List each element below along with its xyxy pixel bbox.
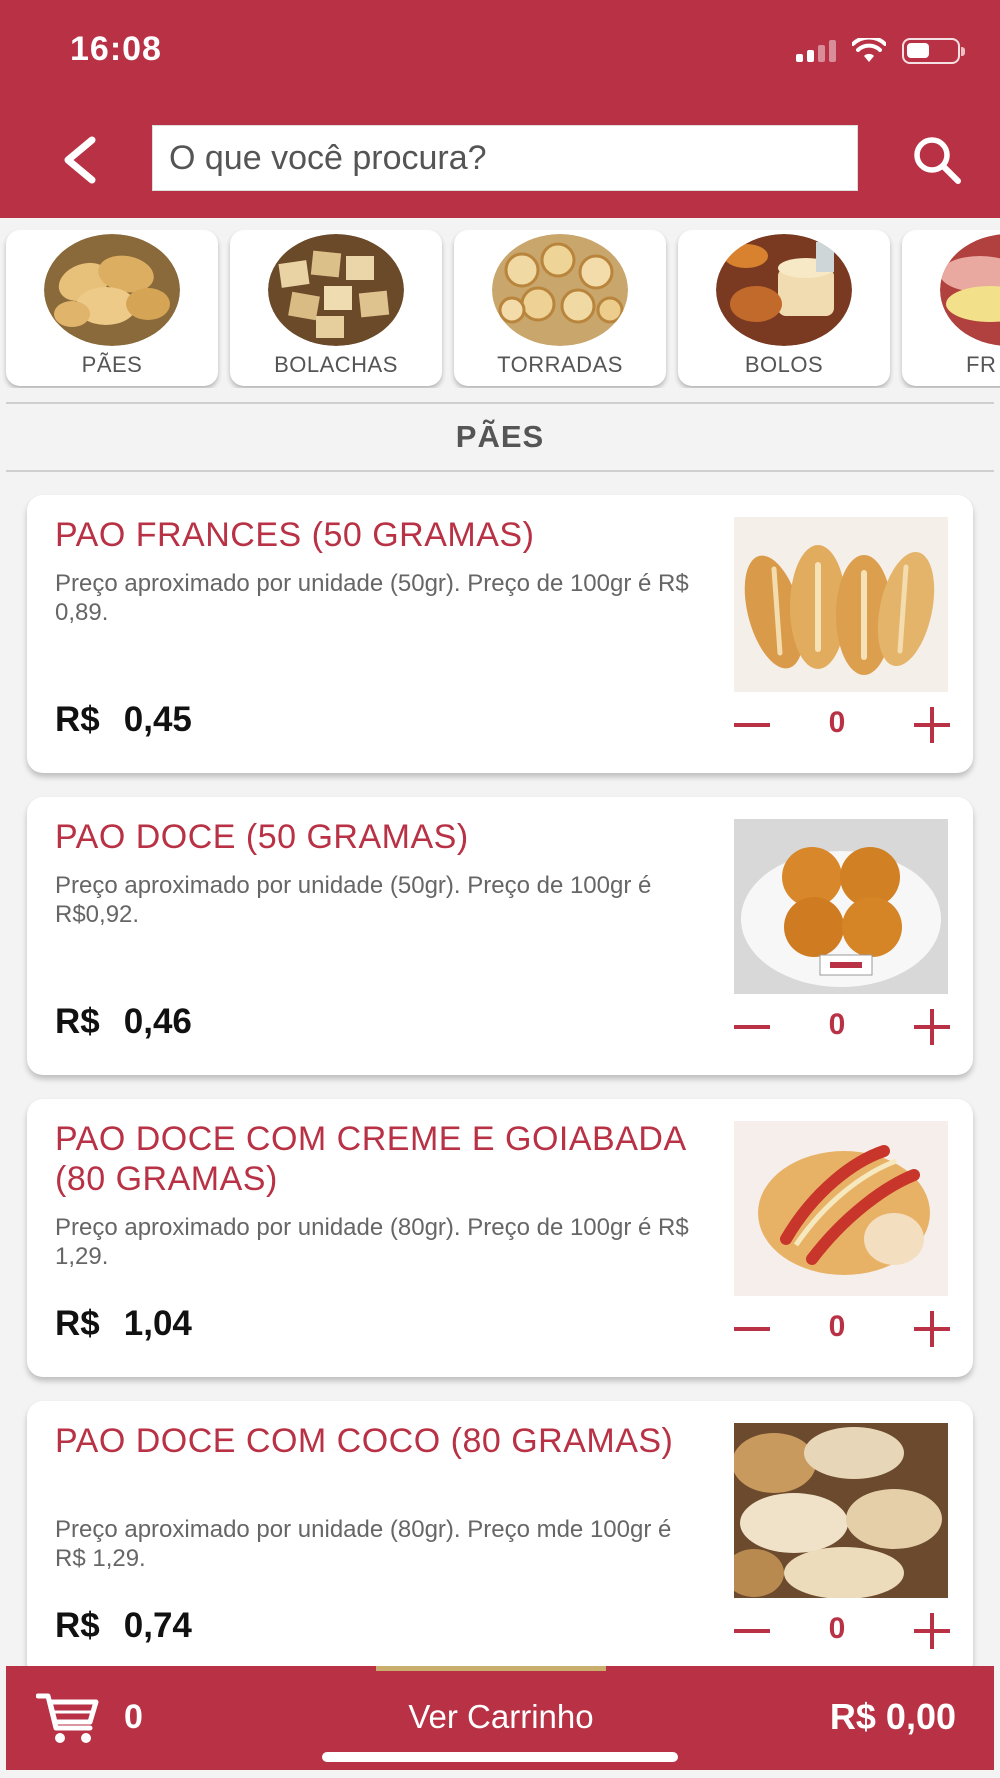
product-price: R$ 0,74 xyxy=(55,1606,192,1646)
minus-icon xyxy=(734,1327,770,1331)
home-indicator[interactable] xyxy=(322,1752,678,1762)
status-time: 16:08 xyxy=(70,30,162,68)
decrease-button[interactable] xyxy=(727,700,777,750)
plus-icon xyxy=(914,1009,950,1045)
search-input[interactable] xyxy=(153,126,857,190)
battery-icon xyxy=(902,38,965,64)
category-image-bolachas xyxy=(268,234,404,346)
category-image-torradas xyxy=(492,234,628,346)
increase-button[interactable] xyxy=(907,700,957,750)
category-carousel[interactable]: PÃES BOLACHAS TORRADAS BOLOS FR xyxy=(0,230,1000,388)
category-bolachas[interactable]: BOLACHAS xyxy=(230,230,442,386)
product-description: Preço aproximado por unidade (80gr). Pre… xyxy=(55,1516,672,1572)
product-image xyxy=(734,1121,948,1296)
price-currency: R$ xyxy=(55,1002,100,1041)
increase-button[interactable] xyxy=(907,1304,957,1354)
plus-icon xyxy=(914,1311,950,1347)
app-header: 16:08 xyxy=(0,0,1000,218)
product-price: R$ 1,04 xyxy=(55,1304,192,1344)
cart-icon xyxy=(35,1693,99,1743)
cart-total: R$ 0,00 xyxy=(829,1696,956,1737)
product-price: R$ 0,46 xyxy=(55,1002,192,1042)
increase-button[interactable] xyxy=(907,1002,957,1052)
category-label: TORRADAS xyxy=(497,352,623,377)
category-label: PÃES xyxy=(81,352,143,377)
product-description: Preço aproximado por unidade (50gr). Pre… xyxy=(55,872,652,928)
battery-level xyxy=(907,43,929,58)
product-card[interactable]: PAO DOCE COM COCO (80 GRAMAS) Preço apro… xyxy=(27,1401,973,1679)
price-value: 0,45 xyxy=(123,700,192,739)
view-cart-button[interactable]: Ver Carrinho xyxy=(351,1698,651,1736)
category-paes[interactable]: PÃES xyxy=(6,230,218,386)
product-name: PAO DOCE (50 GRAMAS) xyxy=(55,818,469,856)
product-name: PAO FRANCES (50 GRAMAS) xyxy=(55,516,535,554)
category-torradas[interactable]: TORRADAS xyxy=(454,230,666,386)
category-partial[interactable]: FR xyxy=(902,230,1000,386)
category-image-bolos xyxy=(716,234,852,346)
price-value: 0,46 xyxy=(123,1002,192,1041)
back-button[interactable] xyxy=(50,130,110,190)
increase-button[interactable] xyxy=(907,1606,957,1656)
minus-icon xyxy=(734,1629,770,1633)
cart-bar-accent xyxy=(376,1666,606,1671)
product-image xyxy=(734,1423,948,1598)
product-card[interactable]: PAO DOCE (50 GRAMAS) Preço aproximado po… xyxy=(27,797,973,1075)
quantity-stepper[interactable]: 0 xyxy=(727,1304,967,1354)
plus-icon xyxy=(914,1613,950,1649)
minus-icon xyxy=(734,723,770,727)
product-name: PAO DOCE COM CREME E GOIABADA (80 GRAMAS… xyxy=(55,1120,685,1198)
quantity-value: 0 xyxy=(828,1008,846,1041)
wifi-icon xyxy=(852,38,886,62)
product-description: Preço aproximado por unidade (80gr). Pre… xyxy=(55,1214,689,1270)
search-icon xyxy=(914,137,961,184)
price-value: 1,04 xyxy=(123,1304,192,1343)
cart-button[interactable] xyxy=(35,1690,100,1746)
product-name: PAO DOCE COM COCO (80 GRAMAS) xyxy=(55,1422,674,1460)
product-card[interactable]: PAO DOCE COM CREME E GOIABADA (80 GRAMAS… xyxy=(27,1099,973,1377)
category-label: BOLOS xyxy=(744,352,824,377)
quantity-value: 0 xyxy=(828,1310,846,1343)
price-currency: R$ xyxy=(55,1606,100,1645)
decrease-button[interactable] xyxy=(727,1002,777,1052)
decrease-button[interactable] xyxy=(727,1304,777,1354)
product-description: Preço aproximado por unidade (50gr). Pre… xyxy=(55,570,689,626)
back-arrow-icon xyxy=(64,136,96,184)
status-icons xyxy=(796,36,965,66)
cart-count: 0 xyxy=(124,1698,143,1736)
price-currency: R$ xyxy=(55,1304,100,1343)
category-label: BOLACHAS xyxy=(274,352,398,377)
quantity-value: 0 xyxy=(828,706,846,739)
minus-icon xyxy=(734,1025,770,1029)
section-title: PÃES xyxy=(6,402,994,472)
product-price: R$ 0,45 xyxy=(55,700,192,740)
quantity-stepper[interactable]: 0 xyxy=(727,700,967,750)
category-label: FR xyxy=(966,352,997,377)
quantity-value: 0 xyxy=(828,1612,846,1645)
plus-icon xyxy=(914,707,950,743)
signal-icon xyxy=(796,40,836,62)
price-value: 0,74 xyxy=(123,1606,192,1645)
product-card[interactable]: PAO FRANCES (50 GRAMAS) Preço aproximado… xyxy=(27,495,973,773)
category-image-paes xyxy=(44,234,180,346)
category-image-frios xyxy=(940,234,1000,346)
category-bolos[interactable]: BOLOS xyxy=(678,230,890,386)
search-box[interactable] xyxy=(152,125,858,191)
price-currency: R$ xyxy=(55,700,100,739)
product-image xyxy=(734,819,948,994)
quantity-stepper[interactable]: 0 xyxy=(727,1606,967,1656)
decrease-button[interactable] xyxy=(727,1606,777,1656)
search-button[interactable] xyxy=(905,128,969,192)
product-image xyxy=(734,517,948,692)
quantity-stepper[interactable]: 0 xyxy=(727,1002,967,1052)
